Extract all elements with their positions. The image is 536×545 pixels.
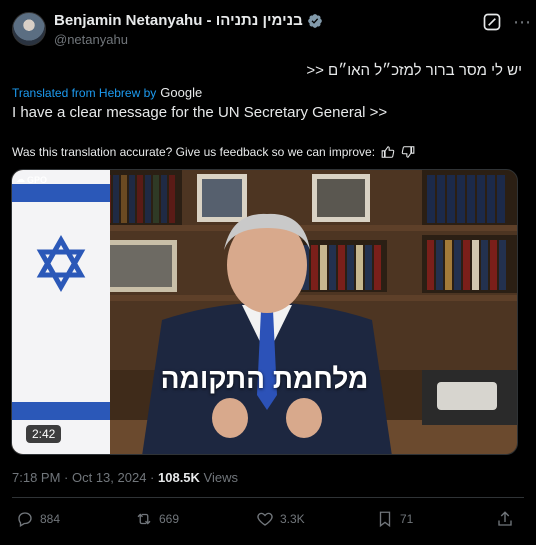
gpo-logo-icon: ☁ [16, 174, 25, 184]
video-duration: 2:42 [26, 425, 62, 443]
repost-icon [137, 513, 151, 525]
share-button[interactable] [496, 510, 514, 528]
feedback-prompt: Was this translation accurate? Give us f… [12, 145, 376, 159]
like-count: 3.3K [280, 512, 305, 526]
thumbs-up-icon[interactable] [381, 145, 395, 159]
author-handle[interactable]: @netanyahu [54, 32, 323, 47]
author-display-name-text[interactable]: Benjamin Netanyahu - בנימין נתניהו [54, 12, 303, 29]
repost-count: 669 [159, 512, 180, 526]
heart-icon [257, 512, 273, 526]
tweet-time[interactable]: 7:18 PM [12, 470, 60, 485]
views-count[interactable]: 108.5K [158, 470, 200, 485]
meta-separator: · [146, 470, 158, 485]
translated-from-label[interactable]: Translated from Hebrew by [12, 86, 156, 100]
thumbs-down-icon[interactable] [401, 145, 415, 159]
tweet-header: Benjamin Netanyahu - בנימין נתניהו @neta… [10, 8, 531, 48]
tweet-date[interactable]: Oct 13, 2024 [72, 470, 146, 485]
video-caption: מלחמת התקומה [160, 363, 369, 394]
gpo-watermark-text: GPO [27, 174, 48, 185]
like-button[interactable]: 3.3K [256, 510, 305, 528]
author-names: Benjamin Netanyahu - בנימין נתניהו @neta… [54, 12, 323, 47]
tweet-metadata: 7:18 PM · Oct 13, 2024 · 108.5K Views [12, 470, 238, 485]
author-avatar[interactable] [12, 12, 46, 46]
video-frame [12, 170, 517, 454]
translation-attribution: Translated from Hebrew by Google [12, 85, 202, 100]
bookmark-icon [379, 511, 391, 528]
views-label: Views [199, 470, 238, 485]
author-display-name[interactable]: Benjamin Netanyahu - בנימין נתניהו [54, 12, 323, 29]
verified-badge-icon [307, 13, 322, 28]
action-bar: 884 669 3.3K 71 [0, 510, 536, 536]
translation-feedback: Was this translation accurate? Give us f… [12, 145, 415, 159]
divider [12, 497, 524, 498]
reply-count: 884 [40, 512, 61, 526]
bookmark-button[interactable]: 71 [376, 510, 413, 528]
gpo-watermark: ☁ GPO [16, 174, 47, 185]
google-logo: Google [160, 85, 203, 100]
bookmark-count: 71 [400, 512, 414, 526]
grok-icon[interactable] [482, 12, 502, 32]
share-icon [498, 511, 512, 526]
repost-button[interactable]: 669 [135, 510, 179, 528]
meta-separator: · [60, 470, 72, 485]
video-player[interactable]: ☁ GPO מלחמת התקומה 2:42 [11, 169, 518, 455]
tweet-translated-text: I have a clear message for the UN Secret… [12, 104, 388, 121]
tweet-original-text: יש לי מסר ברור למזכ״ל האו״ם << [306, 62, 522, 79]
more-options-icon[interactable]: ⋯ [513, 12, 532, 33]
reply-icon [18, 512, 32, 527]
reply-button[interactable]: 884 [16, 510, 60, 528]
